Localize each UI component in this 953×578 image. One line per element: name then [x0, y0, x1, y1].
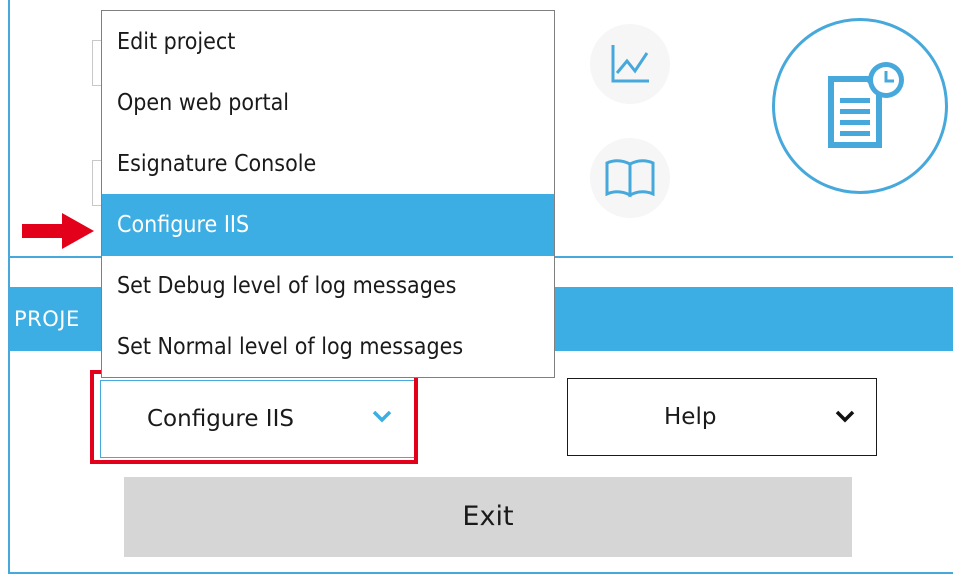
scheduled-report-button[interactable] — [772, 18, 948, 194]
menu-item-open-web-portal[interactable]: Open web portal — [102, 72, 554, 134]
chart-button[interactable] — [590, 24, 670, 104]
chevron-down-icon — [372, 410, 392, 423]
help-combobox[interactable]: Help — [567, 378, 877, 456]
book-button[interactable] — [590, 138, 670, 218]
action-combobox-value: Configure IIS — [147, 406, 294, 432]
menu-item-set-normal-level[interactable]: Set Normal level of log messages — [102, 316, 554, 378]
menu-item-configure-iis[interactable]: Configure IIS — [102, 194, 554, 256]
line-chart-icon — [611, 45, 649, 83]
exit-button[interactable]: Exit — [124, 477, 852, 557]
menu-item-set-debug-level[interactable]: Set Debug level of log messages — [102, 255, 554, 317]
book-icon — [605, 159, 655, 198]
action-dropdown-menu: Edit project Open web portal Esignature … — [101, 10, 555, 378]
help-combobox-value: Help — [664, 404, 717, 430]
chevron-down-icon — [835, 410, 855, 423]
menu-item-esignature-console[interactable]: Esignature Console — [102, 133, 554, 195]
red-arrow-icon — [22, 213, 94, 249]
project-section-label: PROJE — [14, 307, 80, 331]
scheduled-report-icon — [828, 62, 904, 148]
action-combobox[interactable]: Configure IIS — [100, 380, 416, 458]
menu-item-edit-project[interactable]: Edit project — [102, 11, 554, 73]
